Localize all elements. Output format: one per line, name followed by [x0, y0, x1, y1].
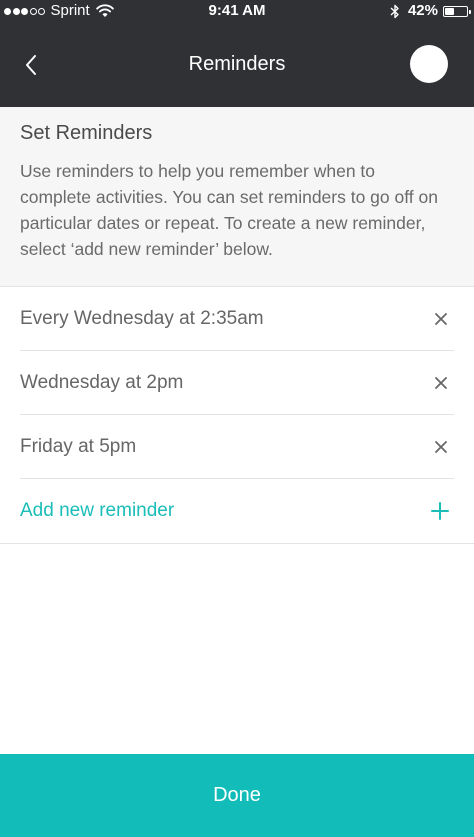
reminder-label: Wednesday at 2pm: [20, 372, 184, 393]
close-icon: [435, 377, 447, 389]
close-icon: [435, 441, 447, 453]
battery-icon: [443, 5, 471, 17]
plus-icon-glyph: [431, 502, 449, 520]
done-button[interactable]: Done: [0, 754, 474, 837]
battery-fill: [445, 7, 454, 15]
bluetooth-icon: [390, 4, 399, 18]
section-title: Set Reminders: [20, 122, 153, 144]
page-title: Reminders: [188, 53, 286, 75]
add-reminder-label: Add new reminder: [20, 500, 175, 521]
nav-bar: Reminders: [0, 22, 474, 107]
section-description: Use reminders to help you remember when …: [20, 161, 438, 259]
reminder-label: Every Wednesday at 2:35am: [20, 308, 264, 329]
close-icon: [435, 313, 447, 325]
status-right: 42%: [390, 0, 471, 22]
intro-section: Set Reminders Use reminders to help you …: [0, 107, 474, 287]
reminder-row[interactable]: Friday at 5pm: [20, 415, 454, 479]
battery-nub: [469, 9, 471, 14]
remove-reminder-button[interactable]: [424, 366, 458, 400]
remove-reminder-button[interactable]: [424, 302, 458, 336]
plus-icon: [430, 501, 450, 521]
status-bar: Sprint 9:41 AM 42%: [0, 0, 474, 22]
reminder-label: Friday at 5pm: [20, 436, 137, 457]
remove-reminder-button[interactable]: [424, 430, 458, 464]
reminder-row[interactable]: Wednesday at 2pm: [20, 351, 454, 415]
add-reminder-button[interactable]: Add new reminder: [0, 479, 474, 544]
avatar[interactable]: [410, 45, 448, 83]
reminder-list: Every Wednesday at 2:35am Wednesday at 2…: [0, 287, 474, 479]
top-bar: Sprint 9:41 AM 42% Reminders: [0, 0, 474, 107]
battery-percent: 42%: [407, 2, 438, 19]
reminder-row[interactable]: Every Wednesday at 2:35am: [20, 287, 454, 351]
